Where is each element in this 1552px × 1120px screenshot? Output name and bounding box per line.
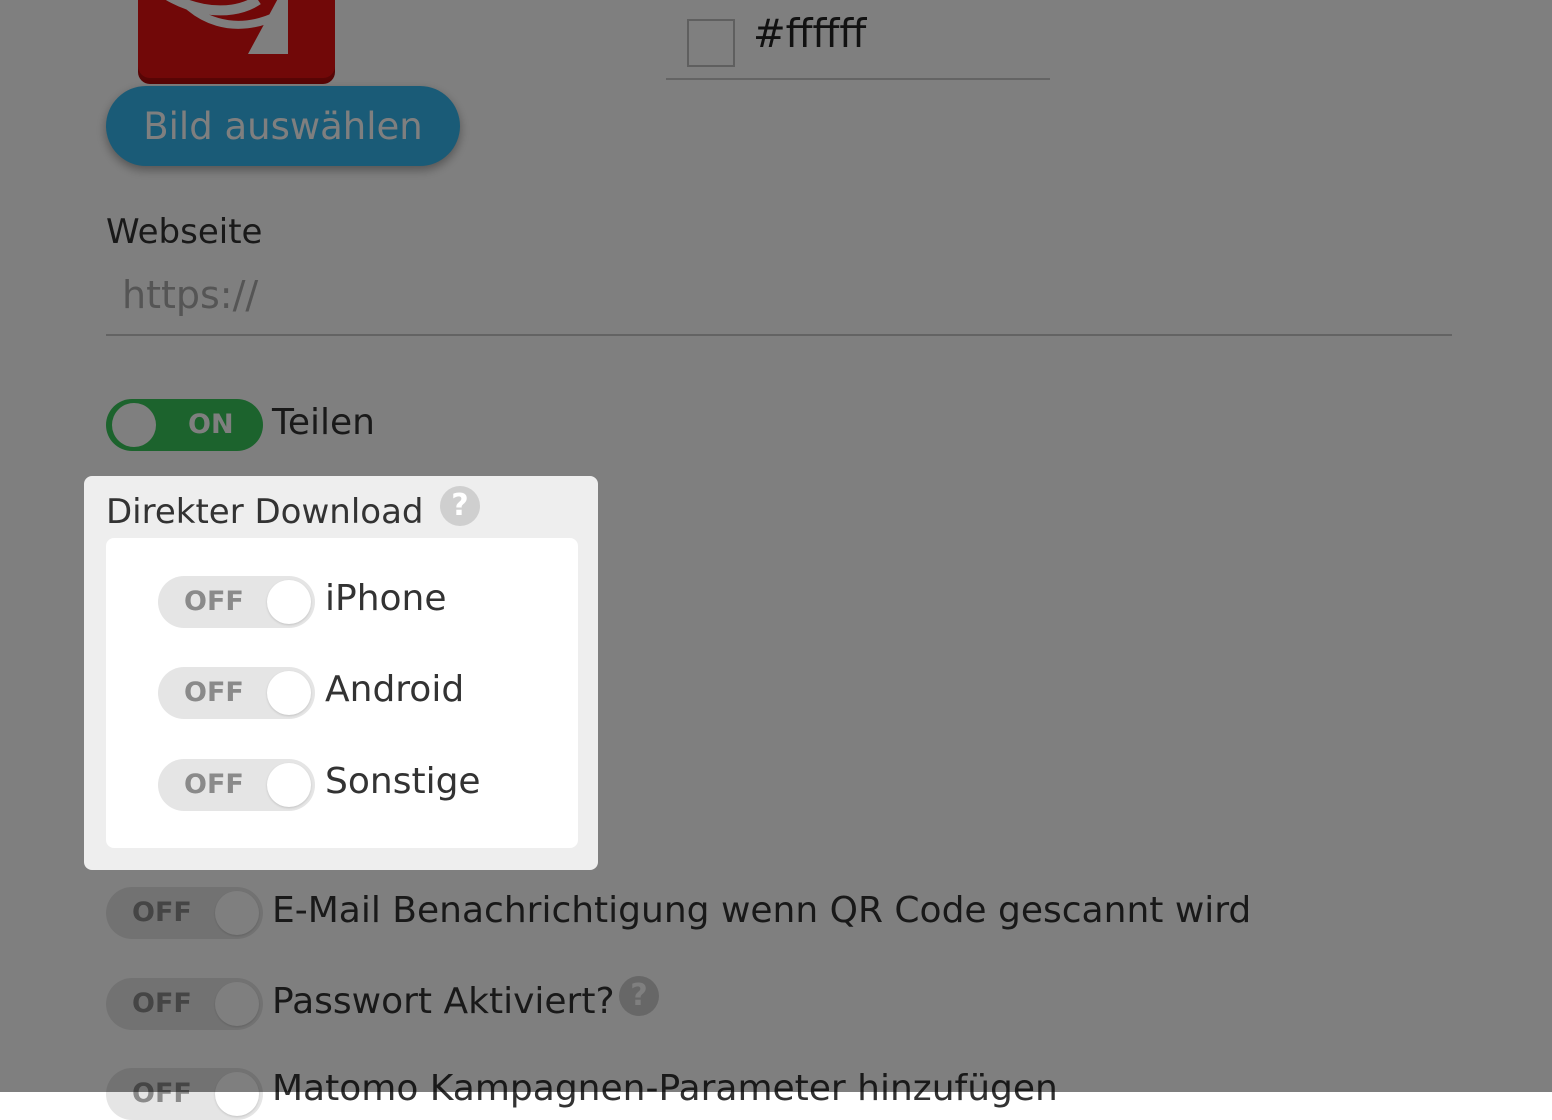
toggle-knob [267, 671, 311, 715]
direct-download-section: Direkter Download ? OFF iPhone OFF Andro… [84, 476, 598, 870]
toggle-knob [267, 763, 311, 807]
toggle-state: OFF [184, 769, 244, 800]
other-toggle[interactable]: OFF [158, 759, 315, 811]
toggle-state: OFF [184, 586, 244, 617]
android-toggle[interactable]: OFF [158, 667, 315, 719]
iphone-toggle[interactable]: OFF [158, 576, 315, 628]
direct-download-options: OFF iPhone OFF Android OFF Sonstige [106, 538, 578, 848]
direct-download-title: Direkter Download [106, 492, 424, 532]
direct-download-help-icon[interactable]: ? [440, 486, 480, 526]
other-label: Sonstige [325, 761, 481, 802]
toggle-state: OFF [184, 677, 244, 708]
iphone-label: iPhone [325, 578, 447, 619]
toggle-knob [267, 580, 311, 624]
android-label: Android [325, 669, 465, 710]
